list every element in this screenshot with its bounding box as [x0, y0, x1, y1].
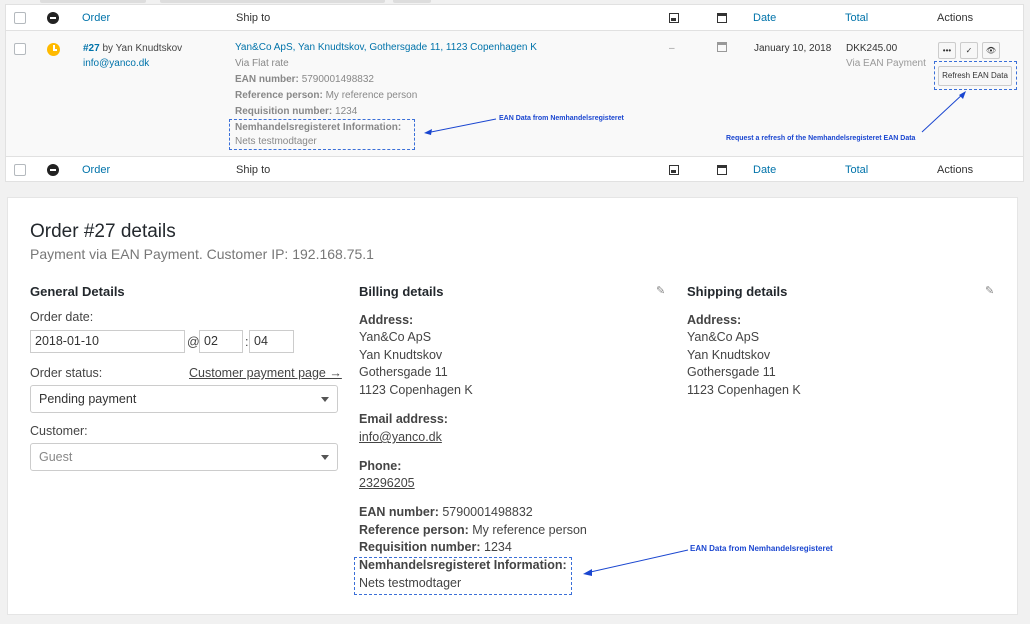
annotation-arrows [424, 91, 966, 135]
orders-table: Order Ship to Date Total Actions #27 by … [5, 4, 1024, 182]
annotation-arrow [583, 549, 689, 576]
order-details-panel: Order #27 details Payment via EAN Paymen… [7, 197, 1018, 615]
